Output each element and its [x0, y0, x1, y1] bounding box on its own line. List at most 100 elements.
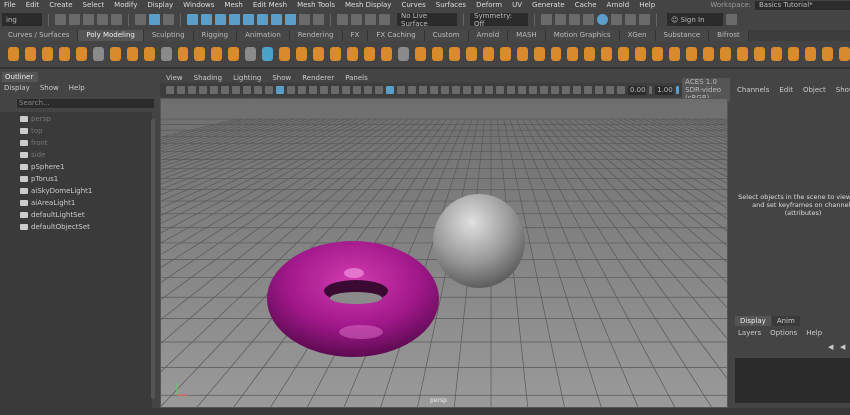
new-scene-icon[interactable]	[55, 14, 66, 25]
menu-uv[interactable]: UV	[512, 1, 522, 9]
shelf-tool-icon[interactable]	[465, 47, 477, 61]
sign-in-button[interactable]: ☺ Sign In	[667, 13, 723, 26]
shelf-tool-icon[interactable]	[669, 47, 681, 61]
viewport-tool-icon[interactable]	[243, 86, 251, 94]
viewport-tool-icon[interactable]	[606, 86, 614, 94]
channel-menu-edit[interactable]: Edit	[779, 86, 793, 94]
shelf-tool-icon[interactable]	[347, 47, 359, 61]
outliner-menu-display[interactable]: Display	[4, 84, 30, 92]
menu-arnold[interactable]: Arnold	[607, 1, 630, 9]
shelf-tool-icon[interactable]	[736, 47, 748, 61]
outliner-scrollbar[interactable]	[151, 119, 155, 399]
viewport-3d[interactable]	[0, 98, 850, 415]
shelf-tool-icon[interactable]	[550, 47, 562, 61]
outliner-item[interactable]: top	[20, 125, 42, 136]
viewport-tool-icon[interactable]	[419, 86, 427, 94]
viewport-tool-icon[interactable]	[309, 86, 317, 94]
outliner-item[interactable]: defaultObjectSet	[20, 221, 90, 232]
outliner-item[interactable]: aiSkyDomeLight1	[20, 185, 92, 196]
menu-select[interactable]: Select	[83, 1, 105, 9]
shelf-tab-custom[interactable]: Custom	[424, 30, 469, 41]
viewport-tool-icon[interactable]	[177, 86, 185, 94]
shelf-tab-rendering[interactable]: Rendering	[289, 30, 343, 41]
outliner-item[interactable]: side	[20, 149, 45, 160]
viewport-tool-icon[interactable]	[331, 86, 339, 94]
menu-windows[interactable]: Windows	[183, 1, 214, 9]
gamma-field[interactable]: 1.00	[655, 85, 673, 95]
outliner-item[interactable]: pSphere1	[20, 161, 65, 172]
shelf-tool-icon[interactable]	[364, 47, 375, 61]
shelf-tab-substance[interactable]: Substance	[655, 30, 710, 41]
redo-icon[interactable]	[111, 14, 122, 25]
shelf-tool-icon[interactable]	[330, 47, 342, 61]
viewport-tool-icon[interactable]	[551, 86, 559, 94]
move-layer-down-icon[interactable]: ◀	[840, 343, 845, 351]
shelf-tool-icon[interactable]	[8, 47, 19, 61]
shelf-tool-icon[interactable]	[75, 47, 87, 61]
viewport-tool-icon[interactable]	[221, 86, 229, 94]
save-scene-icon[interactable]	[83, 14, 94, 25]
snap-edge-icon[interactable]	[243, 14, 254, 25]
shelf-tool-icon[interactable]	[499, 47, 511, 61]
sphere-object[interactable]	[433, 194, 525, 288]
menu-surfaces[interactable]: Surfaces	[436, 1, 466, 9]
shelf-tool-icon[interactable]	[380, 47, 392, 61]
viewport-tool-icon[interactable]	[408, 86, 416, 94]
channel-menu-object[interactable]: Object	[803, 86, 826, 94]
selection-mask-icon[interactable]	[313, 14, 324, 25]
shelf-tool-icon[interactable]	[177, 47, 189, 61]
viewport-tool-icon[interactable]	[386, 86, 394, 94]
viewport-tool-icon[interactable]	[287, 86, 295, 94]
settings-icon[interactable]	[726, 14, 737, 25]
outliner-item[interactable]: aiAreaLight1	[20, 197, 75, 208]
channel-menu-channels[interactable]: Channels	[737, 86, 769, 94]
select-hierarchy-icon[interactable]	[135, 14, 146, 25]
shelf-tool-icon[interactable]	[126, 47, 138, 61]
undo-icon[interactable]	[97, 14, 108, 25]
menu-set-select[interactable]: ing	[2, 13, 42, 26]
shelf-tool-icon[interactable]	[567, 47, 579, 61]
viewport-tool-icon[interactable]	[496, 86, 504, 94]
shelf-tool-icon[interactable]	[448, 47, 460, 61]
layer-menu-options[interactable]: Options	[770, 329, 797, 337]
shelf-tool-icon[interactable]	[482, 47, 494, 61]
shelf-tool-icon[interactable]	[211, 47, 223, 61]
shelf-tool-icon[interactable]	[601, 47, 613, 61]
viewport-tool-icon[interactable]	[617, 86, 625, 94]
shelf-tab-arnold[interactable]: Arnold	[468, 30, 509, 41]
shelf-tab-fx-caching[interactable]: FX Caching	[368, 30, 425, 41]
viewport-tool-icon[interactable]	[540, 86, 548, 94]
shelf-tool-icon[interactable]	[804, 47, 816, 61]
outliner-item[interactable]: persp	[20, 113, 51, 124]
shelf-tab-rigging[interactable]: Rigging	[193, 30, 238, 41]
render-settings-icon[interactable]	[583, 14, 594, 25]
shelf-tool-icon[interactable]	[160, 47, 172, 61]
tab-display[interactable]: Display	[735, 316, 771, 326]
shelf-tab-animation[interactable]: Animation	[237, 30, 290, 41]
menu-mesh-display[interactable]: Mesh Display	[345, 1, 391, 9]
viewport-tool-icon[interactable]	[463, 86, 471, 94]
menu-cache[interactable]: Cache	[575, 1, 597, 9]
shelf-tab-xgen[interactable]: XGen	[619, 30, 656, 41]
torus-object[interactable]	[267, 241, 439, 357]
shelf-tab-sculpting[interactable]: Sculpting	[143, 30, 194, 41]
viewport-tool-icon[interactable]	[276, 86, 284, 94]
menu-edit-mesh[interactable]: Edit Mesh	[253, 1, 287, 9]
menu-generate[interactable]: Generate	[532, 1, 565, 9]
magnet-icon[interactable]	[379, 14, 390, 25]
shelf-tool-icon[interactable]	[109, 47, 121, 61]
shelf-tool-icon[interactable]	[41, 47, 53, 61]
workspace-select[interactable]: Basics Tutorial*	[755, 0, 850, 10]
open-scene-icon[interactable]	[69, 14, 80, 25]
shelf-tab-mash[interactable]: MASH	[508, 30, 546, 41]
viewport-tool-icon[interactable]	[232, 86, 240, 94]
viewport-tool-icon[interactable]	[166, 86, 174, 94]
shelf-tab-poly-modeling[interactable]: Poly Modeling	[78, 30, 144, 41]
viewport-tool-icon[interactable]	[342, 86, 350, 94]
viewport-tool-icon[interactable]	[452, 86, 460, 94]
viewport-tool-icon[interactable]	[320, 86, 328, 94]
viewport-tool-icon[interactable]	[364, 86, 372, 94]
menu-mesh[interactable]: Mesh	[224, 1, 242, 9]
menu-modify[interactable]: Modify	[114, 1, 137, 9]
viewport-menu-show[interactable]: Show	[272, 74, 291, 82]
